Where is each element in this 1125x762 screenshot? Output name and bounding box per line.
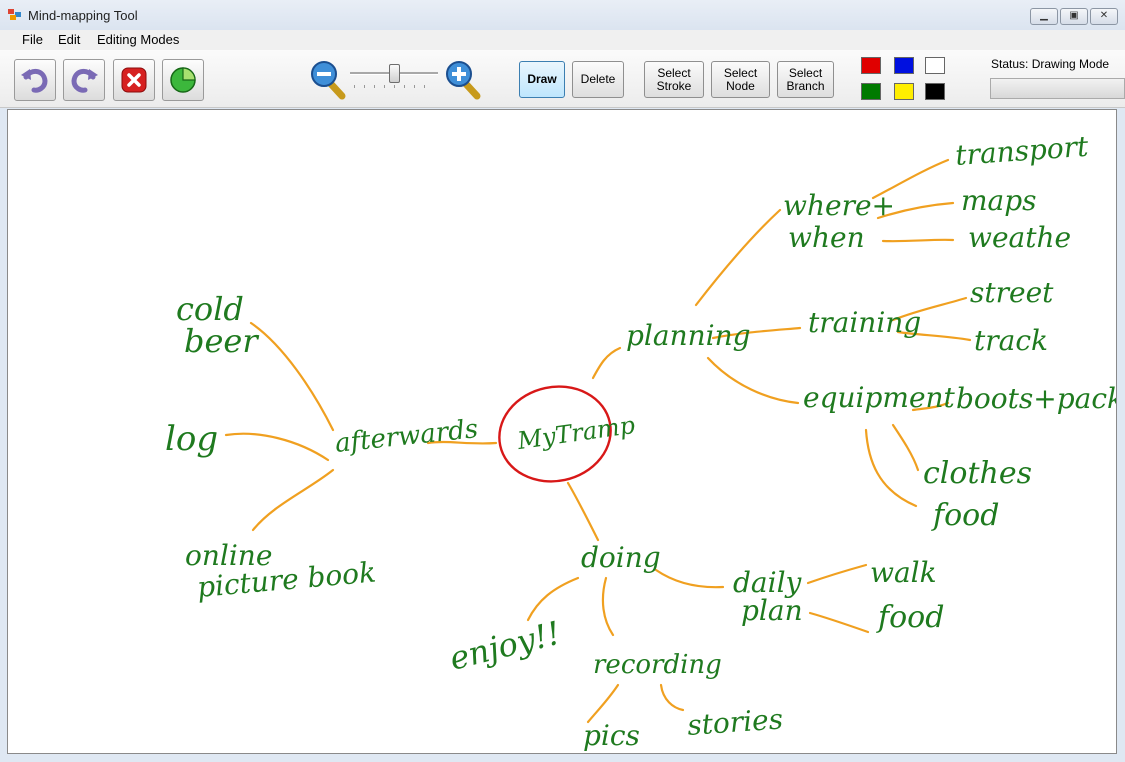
node-clothes: clothes — [923, 456, 1032, 491]
redo-icon — [71, 69, 98, 93]
select-node-button[interactable]: Select Node — [711, 61, 770, 98]
node-training: training — [808, 306, 921, 339]
delete-button[interactable]: Delete — [572, 61, 624, 98]
select-stroke-button[interactable]: Select Stroke — [644, 61, 704, 98]
node-log: log — [165, 419, 218, 459]
node-stories: stories — [686, 702, 784, 742]
undo-icon — [21, 69, 48, 93]
node-street: street — [970, 276, 1054, 309]
zoom-out-icon[interactable] — [309, 60, 347, 100]
node-enjoy: enjoy!! — [446, 614, 564, 678]
maximize-icon: ▣ — [1069, 10, 1079, 21]
node-plan: plan — [741, 594, 803, 627]
draw-button[interactable]: Draw — [519, 61, 565, 98]
color-swatch-black[interactable] — [925, 83, 945, 100]
drawing-canvas[interactable]: MyTramp planning where+ when transport m… — [7, 109, 1117, 754]
toolbar: Draw Delete Select Stroke Select Node Se… — [0, 50, 1125, 108]
clear-button[interactable] — [113, 59, 155, 101]
node-equipment: equipment — [803, 381, 956, 414]
node-doing: doing — [581, 541, 661, 574]
menu-edit[interactable]: Edit — [54, 32, 84, 47]
color-swatch-blue[interactable] — [894, 57, 914, 74]
node-planning: planning — [626, 319, 751, 352]
color-swatch-yellow[interactable] — [894, 83, 914, 100]
color-swatch-green[interactable] — [861, 83, 881, 100]
node-beer: beer — [184, 322, 259, 360]
central-node-label: MyTramp — [515, 411, 637, 455]
node-transport: transport — [954, 130, 1090, 172]
zoom-slider-ticks — [354, 85, 434, 88]
minimize-icon: ▁ — [1040, 10, 1048, 21]
window-title: Mind-mapping Tool — [28, 8, 138, 23]
node-maps: maps — [961, 184, 1037, 217]
menu-editing-modes[interactable]: Editing Modes — [93, 32, 183, 47]
title-bar: Mind-mapping Tool ▁ ▣ ✕ — [0, 0, 1125, 31]
node-food-daily: food — [876, 600, 944, 635]
node-boots-pack: boots+pack — [956, 382, 1117, 415]
undo-button[interactable] — [14, 59, 56, 101]
node-recording: recording — [593, 650, 722, 680]
status-progress-bar — [990, 78, 1125, 99]
pie-chart-icon — [170, 67, 196, 93]
node-pics: pics — [583, 719, 640, 752]
node-when: when — [788, 221, 865, 254]
redo-button[interactable] — [63, 59, 105, 101]
close-window-button[interactable]: ✕ — [1090, 8, 1118, 25]
layout-button[interactable] — [162, 59, 204, 101]
color-swatch-red[interactable] — [861, 57, 881, 74]
node-where: where+ — [783, 189, 895, 222]
node-weather: weathe — [968, 221, 1071, 254]
close-icon: ✕ — [1099, 10, 1109, 21]
menu-file[interactable]: File — [18, 32, 47, 47]
color-swatch-white[interactable] — [925, 57, 945, 74]
node-afterwards: afterwards — [334, 414, 480, 459]
maximize-button[interactable]: ▣ — [1060, 8, 1088, 25]
node-track: track — [974, 324, 1048, 357]
app-icon — [8, 9, 21, 20]
menu-bar: File Edit Editing Modes — [0, 30, 1125, 50]
node-walk: walk — [870, 556, 937, 589]
zoom-slider[interactable] — [350, 64, 438, 90]
mindmap-drawing: MyTramp planning where+ when transport m… — [165, 130, 1117, 752]
zoom-slider-thumb[interactable] — [389, 64, 400, 83]
select-branch-button[interactable]: Select Branch — [777, 61, 834, 98]
node-food-equipment: food — [931, 498, 999, 533]
minimize-button[interactable]: ▁ — [1030, 8, 1058, 25]
status-label: Status: Drawing Mode — [991, 57, 1110, 71]
clear-icon — [121, 67, 147, 93]
zoom-in-icon[interactable] — [444, 60, 482, 100]
